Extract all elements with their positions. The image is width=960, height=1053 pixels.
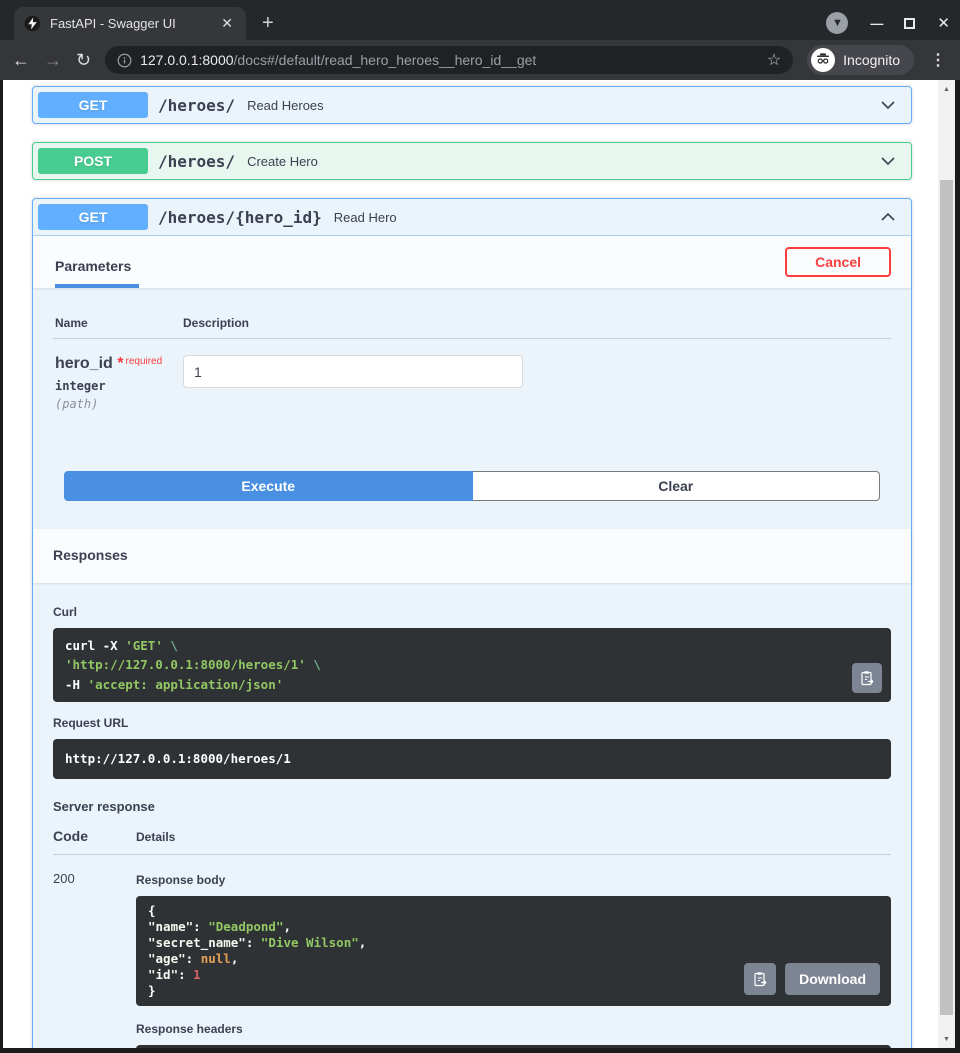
copy-curl-button[interactable] <box>852 663 882 694</box>
method-badge-get: GET <box>38 92 148 118</box>
response-headers-block: content-length: 65content-type: applicat… <box>136 1045 891 1048</box>
url-path: /docs#/default/read_hero_heroes__hero_id… <box>233 52 537 68</box>
parameter-location: (path) <box>55 397 99 411</box>
column-header-description: Description <box>183 316 250 330</box>
url-text: 127.0.0.1:8000/docs#/default/read_hero_h… <box>140 52 759 68</box>
parameter-name: hero_id * required <box>55 355 163 372</box>
window-close-button[interactable]: ✕ <box>937 14 950 32</box>
url-bar[interactable]: 127.0.0.1:8000/docs#/default/read_hero_h… <box>105 46 794 74</box>
copy-response-button[interactable] <box>744 963 777 996</box>
curl-command-block: curl -X 'GET' \ 'http://127.0.0.1:8000/h… <box>53 628 891 703</box>
opblock-summary-read-hero[interactable]: GET /heroes/{hero_id} Read Hero <box>33 199 911 236</box>
clear-button[interactable]: Clear <box>472 471 880 501</box>
tab-close-icon[interactable]: ✕ <box>218 15 236 32</box>
curl-command-text: curl -X 'GET' \ 'http://127.0.0.1:8000/h… <box>65 638 321 692</box>
endpoint-path: /heroes/{hero_id} <box>158 207 322 227</box>
endpoint-path: /heroes/ <box>158 151 236 171</box>
scroll-up-icon[interactable]: ▲ <box>938 82 955 96</box>
method-badge-post: POST <box>38 148 148 174</box>
scroll-down-icon[interactable]: ▼ <box>938 1032 955 1046</box>
cancel-button[interactable]: Cancel <box>785 247 891 277</box>
browser-titlebar: FastAPI - Swagger UI ✕ + ▼ — ✕ <box>0 0 960 40</box>
back-icon[interactable]: ← <box>12 51 30 69</box>
chevron-down-icon[interactable] <box>878 95 898 115</box>
status-code: 200 <box>53 871 75 887</box>
browser-toolbar: ← → ↻ 127.0.0.1:8000/docs#/default/read_… <box>0 40 960 80</box>
responses-title: Responses <box>53 547 128 563</box>
forward-icon[interactable]: → <box>44 51 62 69</box>
url-host: 127.0.0.1:8000 <box>140 52 234 68</box>
request-url-block: http://127.0.0.1:8000/heroes/1 <box>53 739 891 780</box>
required-label: required <box>125 356 163 367</box>
page-info-icon[interactable] <box>117 53 132 68</box>
opblock-read-hero: GET /heroes/{hero_id} Read Hero Paramete… <box>32 198 912 1048</box>
incognito-icon <box>811 48 836 72</box>
response-headers-label: Response headers <box>136 1022 243 1037</box>
endpoint-summary: Create Hero <box>247 153 318 169</box>
tab-title: FastAPI - Swagger UI <box>50 16 176 31</box>
fastapi-favicon-icon <box>24 15 41 32</box>
incognito-badge: Incognito <box>807 45 914 75</box>
parameters-header: Parameters Cancel <box>33 236 911 288</box>
details-column-header: Details <box>136 830 176 845</box>
page-scrollbar[interactable]: ▲ ▼ <box>938 80 955 1048</box>
endpoint-summary: Read Hero <box>333 209 397 225</box>
parameters-table: Name Description hero_id * required integ… <box>33 288 911 425</box>
opblock-read-heroes: GET /heroes/ Read Heroes <box>32 86 912 124</box>
response-body-label: Response body <box>136 873 226 888</box>
response-body-block: { "name": "Deadpond", "secret_name": "Di… <box>136 896 891 1007</box>
response-table-header: Code Details <box>53 828 891 856</box>
parameter-type: integer <box>55 379 106 393</box>
chevron-down-icon[interactable] <box>878 151 898 171</box>
endpoint-summary: Read Heroes <box>247 97 324 113</box>
required-asterisk: * <box>117 355 124 372</box>
hero-id-input[interactable] <box>183 355 523 388</box>
browser-menu-icon[interactable]: ⋮ <box>928 50 948 70</box>
endpoint-path: /heroes/ <box>158 95 236 115</box>
opblock-create-hero: POST /heroes/ Create Hero <box>32 142 912 180</box>
swagger-page: GET /heroes/ Read Heroes POST /heroes/ C… <box>3 80 938 1048</box>
opblock-summary-read-heroes[interactable]: GET /heroes/ Read Heroes <box>33 87 911 123</box>
bookmark-star-icon[interactable]: ☆ <box>767 50 781 70</box>
maximize-button[interactable] <box>904 17 916 29</box>
responses-body: Curl curl -X 'GET' \ 'http://127.0.0.1:8… <box>33 583 911 1048</box>
column-header-name: Name <box>55 316 88 330</box>
minimize-button[interactable]: — <box>870 16 883 31</box>
server-response-label: Server response <box>53 799 155 815</box>
incognito-label: Incognito <box>843 52 900 68</box>
tab-search-caret-icon[interactable]: ▼ <box>826 12 849 34</box>
responses-header: Responses <box>33 529 911 583</box>
code-column-header: Code <box>53 828 88 845</box>
browser-tab[interactable]: FastAPI - Swagger UI ✕ <box>14 7 246 40</box>
parameter-row-hero-id: hero_id * required integer (path) <box>53 339 891 425</box>
scrollbar-thumb[interactable] <box>940 180 953 1015</box>
request-url-label: Request URL <box>53 716 129 731</box>
method-badge-get: GET <box>38 204 148 230</box>
execute-section: Execute Clear <box>33 425 911 529</box>
curl-label: Curl <box>53 605 77 619</box>
response-row-200: 200 Response body { "name": "Deadpond", … <box>53 855 891 1048</box>
download-button[interactable]: Download <box>785 963 880 996</box>
execute-button[interactable]: Execute <box>64 471 473 501</box>
opblock-summary-create-hero[interactable]: POST /heroes/ Create Hero <box>33 143 911 179</box>
chevron-up-icon[interactable] <box>878 207 898 227</box>
request-url-value: http://127.0.0.1:8000/heroes/1 <box>65 751 291 767</box>
reload-icon[interactable]: ↻ <box>76 51 91 69</box>
new-tab-button[interactable]: + <box>262 13 274 33</box>
parameters-tab-label: Parameters <box>55 243 140 288</box>
tab-parameters[interactable]: Parameters <box>53 236 141 288</box>
